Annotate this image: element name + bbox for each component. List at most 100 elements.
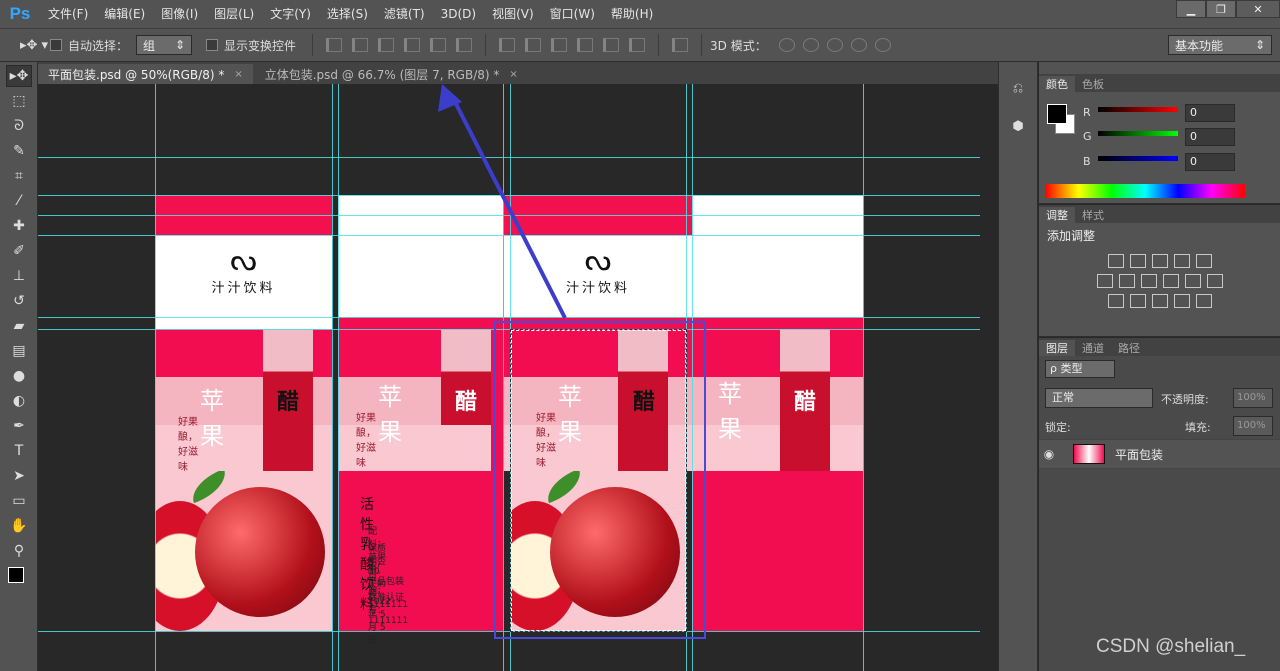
menu-help[interactable]: 帮助(H)	[603, 0, 661, 28]
minimize-button[interactable]: ▁	[1176, 0, 1206, 18]
invert-icon[interactable]	[1107, 294, 1124, 308]
distribute-top-icon[interactable]	[499, 38, 516, 52]
eraser-tool-icon[interactable]: ▰	[6, 315, 32, 337]
auto-select-checkbox[interactable]	[50, 39, 62, 51]
blend-mode-dropdown[interactable]: 正常	[1045, 388, 1153, 408]
color-balance-icon[interactable]	[1118, 274, 1135, 288]
guide-line[interactable]	[863, 84, 864, 671]
restore-button[interactable]: ❐	[1206, 0, 1236, 18]
tab-adjustments[interactable]: 调整	[1039, 207, 1075, 223]
menu-filter[interactable]: 滤镜(T)	[376, 0, 433, 28]
foreground-color-swatch[interactable]	[1047, 104, 1067, 124]
lasso-tool-icon[interactable]: ᘐ	[6, 115, 32, 137]
curves-icon[interactable]	[1151, 254, 1168, 268]
distribute-hcenter-icon[interactable]	[603, 38, 620, 52]
pen-tool-icon[interactable]: ✒	[6, 415, 32, 437]
crop-tool-icon[interactable]: ⌗	[6, 165, 32, 187]
g-input[interactable]: 0	[1185, 128, 1235, 146]
3d-panel-icon[interactable]: ⬢	[1005, 114, 1031, 138]
move-tool-preset-icon[interactable]: ▸✥ ▾	[0, 38, 50, 53]
auto-align-icon[interactable]	[672, 38, 689, 52]
marquee-tool-icon[interactable]: ⬚	[6, 90, 32, 112]
dodge-tool-icon[interactable]: ◐	[6, 390, 32, 412]
eyedropper-tool-icon[interactable]: ⁄	[6, 190, 32, 212]
3d-scale-icon[interactable]	[874, 38, 891, 52]
layer-filter-dropdown[interactable]: ρ 类型	[1045, 360, 1115, 378]
healing-brush-tool-icon[interactable]: ✚	[6, 215, 32, 237]
document-canvas[interactable]: ᔓ 汁汁饮料 苹果 好果酿，好滋味 醋 苹果 好果酿，好滋味 醋 活性乳酸饮料 …	[38, 84, 998, 671]
shape-tool-icon[interactable]: ▭	[6, 490, 32, 512]
exposure-icon[interactable]	[1173, 254, 1190, 268]
path-select-tool-icon[interactable]: ➤	[6, 465, 32, 487]
align-bottom-icon[interactable]	[378, 38, 395, 52]
align-hcenter-icon[interactable]	[430, 38, 447, 52]
opacity-input[interactable]: 100%	[1233, 388, 1273, 408]
tab-color[interactable]: 颜色	[1039, 76, 1075, 92]
align-right-icon[interactable]	[456, 38, 473, 52]
menu-image[interactable]: 图像(I)	[153, 0, 206, 28]
tab-close-icon[interactable]: ×	[234, 69, 242, 80]
blur-tool-icon[interactable]: ●	[6, 365, 32, 387]
transform-bounding-box[interactable]	[494, 321, 706, 639]
visibility-eye-icon[interactable]: ◉	[1039, 447, 1059, 461]
zoom-tool-icon[interactable]: ⚲	[6, 540, 32, 562]
distribute-left-icon[interactable]	[577, 38, 594, 52]
g-slider[interactable]	[1098, 131, 1178, 136]
tab-layers[interactable]: 图层	[1039, 340, 1075, 356]
close-button[interactable]: ✕	[1236, 0, 1280, 18]
hand-tool-icon[interactable]: ✋	[6, 515, 32, 537]
tab-flat-package[interactable]: 平面包装.psd @ 50%(RGB/8) * ×	[38, 64, 253, 84]
gradient-map-icon[interactable]	[1195, 294, 1212, 308]
layer-row[interactable]: ◉ 平面包装	[1039, 439, 1280, 469]
tab-swatches[interactable]: 色板	[1075, 76, 1111, 92]
b-input[interactable]: 0	[1185, 153, 1235, 171]
color-lookup-icon[interactable]	[1206, 274, 1223, 288]
menu-view[interactable]: 视图(V)	[484, 0, 542, 28]
menu-edit[interactable]: 编辑(E)	[96, 0, 153, 28]
tab-styles[interactable]: 样式	[1075, 207, 1111, 223]
r-slider[interactable]	[1098, 107, 1178, 112]
color-spectrum[interactable]	[1045, 184, 1245, 198]
black-white-icon[interactable]	[1140, 274, 1157, 288]
move-tool-icon[interactable]: ▸✥	[6, 65, 32, 87]
channel-mixer-icon[interactable]	[1184, 274, 1201, 288]
menu-type[interactable]: 文字(Y)	[262, 0, 319, 28]
menu-3d[interactable]: 3D(D)	[433, 0, 484, 28]
brightness-icon[interactable]	[1107, 254, 1124, 268]
3d-slide-icon[interactable]	[850, 38, 867, 52]
levels-icon[interactable]	[1129, 254, 1146, 268]
distribute-vcenter-icon[interactable]	[525, 38, 542, 52]
tab-paths[interactable]: 路径	[1111, 340, 1147, 356]
r-input[interactable]: 0	[1185, 104, 1235, 122]
distribute-bottom-icon[interactable]	[551, 38, 568, 52]
guide-line[interactable]	[332, 84, 333, 671]
3d-roll-icon[interactable]	[802, 38, 819, 52]
auto-select-dropdown[interactable]: 组 ⇕	[136, 35, 193, 55]
color-swatches[interactable]	[6, 565, 32, 595]
posterize-icon[interactable]	[1129, 294, 1146, 308]
workspace-dropdown[interactable]: 基本功能 ⇕	[1168, 35, 1272, 55]
menu-file[interactable]: 文件(F)	[40, 0, 96, 28]
threshold-icon[interactable]	[1151, 294, 1168, 308]
fill-input[interactable]: 100%	[1233, 416, 1273, 436]
hue-saturation-icon[interactable]	[1096, 274, 1113, 288]
guide-line[interactable]	[155, 84, 156, 671]
type-tool-icon[interactable]: T	[6, 440, 32, 462]
3d-rotate-icon[interactable]	[778, 38, 795, 52]
history-panel-icon[interactable]: ⎌	[1005, 76, 1031, 100]
brush-tool-icon[interactable]: ✐	[6, 240, 32, 262]
b-slider[interactable]	[1098, 156, 1178, 161]
align-left-icon[interactable]	[404, 38, 421, 52]
history-brush-tool-icon[interactable]: ↺	[6, 290, 32, 312]
tab-3d-package[interactable]: 立体包装.psd @ 66.7% (图层 7, RGB/8) * ×	[255, 64, 528, 84]
menu-window[interactable]: 窗口(W)	[542, 0, 603, 28]
tab-close-icon[interactable]: ×	[509, 69, 517, 80]
quick-select-tool-icon[interactable]: ✎	[6, 140, 32, 162]
guide-line[interactable]	[338, 84, 339, 671]
gradient-tool-icon[interactable]: ▤	[6, 340, 32, 362]
foreground-color-swatch[interactable]	[8, 567, 24, 583]
menu-select[interactable]: 选择(S)	[319, 0, 376, 28]
align-top-icon[interactable]	[326, 38, 343, 52]
tab-channels[interactable]: 通道	[1075, 340, 1111, 356]
stamp-tool-icon[interactable]: ⊥	[6, 265, 32, 287]
